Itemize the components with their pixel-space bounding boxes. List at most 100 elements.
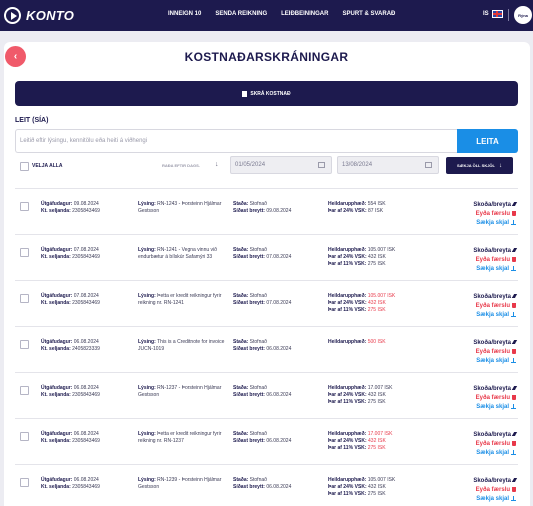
row-amounts: Heildarupphæð: 17.007 ISK Þar af 24% VSK:… — [328, 385, 428, 406]
download-document-link[interactable]: Sækja skjal — [448, 311, 516, 320]
row-status: Staða: Stofnað Síðast breytt: 06.08.2024 — [233, 431, 333, 445]
row-issuer-info: Útgáfudagur: 06.08.2024 Kt. seljanda: 230… — [41, 477, 136, 491]
seller-id-label: Kt. seljanda: — [41, 484, 71, 490]
view-edit-link[interactable]: Skoða/breyta — [448, 247, 518, 256]
delete-entry-link[interactable]: Eyða færslu — [448, 440, 516, 449]
delete-entry-link[interactable]: Eyða færslu — [448, 256, 516, 265]
vat24-label: Þar af 24% VSK: — [328, 438, 367, 444]
delete-entry-label: Eyða færslu — [475, 441, 510, 447]
row-checkbox[interactable] — [20, 432, 29, 441]
avatar[interactable]: Rýna — [514, 6, 532, 24]
seller-id-label: Kt. seljanda: — [41, 346, 71, 352]
row-checkbox[interactable] — [20, 248, 29, 257]
vat24-value: 87 ISK — [368, 208, 384, 214]
delete-entry-link[interactable]: Eyða færslu — [448, 210, 516, 219]
description-label: Lýsing: — [138, 385, 156, 391]
row-description: Lýsing: Þetta er kredit reikningur fyrir… — [138, 293, 231, 307]
total-value: 105.007 ISK — [367, 247, 396, 253]
nav-link-leidbeiningar[interactable]: LEIÐBEININGAR — [281, 11, 328, 17]
date-to-field[interactable]: 13/08/2024 — [337, 156, 439, 174]
brand-logo[interactable]: KONTO — [4, 7, 74, 24]
view-edit-link[interactable]: Skoða/breyta — [448, 339, 518, 348]
vat24-value: 432 ISK — [368, 254, 386, 260]
row-checkbox[interactable] — [20, 478, 29, 487]
sort-by-date-label[interactable]: RAÐA EFTIR DAGS. — [162, 163, 200, 168]
download-icon — [511, 265, 516, 271]
nav-link-inneign[interactable]: INNEIGN 10 — [168, 11, 201, 17]
trash-icon — [512, 440, 516, 446]
add-expense-button[interactable]: SKRÁ KOSTNAÐ — [15, 81, 518, 106]
total-value: 105.007 ISK — [367, 293, 396, 299]
download-document-link[interactable]: Sækja skjal — [448, 495, 516, 504]
nav-link-spurt-svarad[interactable]: SPURT & SVARAÐ — [342, 11, 395, 17]
issue-date-label: Útgáfudagur: — [41, 293, 73, 299]
last-changed-label: Síðast breytt: — [233, 208, 265, 214]
row-actions: Skoða/breyta Eyða færslu Sækja skjal — [448, 431, 518, 458]
delete-entry-link[interactable]: Eyða færslu — [448, 486, 516, 495]
sort-arrow-icon[interactable]: ↓ — [215, 161, 219, 168]
download-all-label: SÆKJA ÖLL SKJÖL — [456, 163, 495, 168]
last-changed-value: 06.08.2024 — [266, 438, 292, 444]
row-checkbox[interactable] — [20, 202, 29, 211]
search-input[interactable]: Leitið eftir lýsingu, kennitölu eða heit… — [15, 129, 457, 153]
view-edit-label: Skoða/breyta — [473, 478, 511, 484]
table-row: Útgáfudagur: 07.08.2024 Kt. seljanda: 230… — [15, 234, 518, 280]
delete-entry-link[interactable]: Eyða færslu — [448, 394, 516, 403]
download-document-link[interactable]: Sækja skjal — [448, 449, 516, 458]
row-description: Lýsing: This is a Creditnote for invoice… — [138, 339, 231, 353]
issue-date: 06.08.2024 — [73, 339, 99, 345]
vat11-value: 275 ISK — [367, 261, 386, 267]
download-all-button[interactable]: SÆKJA ÖLL SKJÖL ↓ — [446, 157, 513, 174]
view-edit-link[interactable]: Skoða/breyta — [448, 385, 518, 394]
description-label: Lýsing: — [138, 339, 156, 345]
issue-date-label: Útgáfudagur: — [41, 201, 73, 207]
issue-date-label: Útgáfudagur: — [41, 477, 73, 483]
row-description: Lýsing: RN-1237 - Þorsteinn Hjálmar Gest… — [138, 385, 231, 399]
language-code[interactable]: IS — [483, 11, 489, 17]
status-value: Stofnað — [249, 247, 267, 253]
delete-entry-link[interactable]: Eyða færslu — [448, 302, 516, 311]
trash-icon — [512, 486, 516, 492]
total-value: 17.007 ISK — [367, 431, 393, 437]
edit-pencil-icon — [511, 340, 518, 345]
vat24-value: 432 ISK — [368, 438, 386, 444]
calendar-icon[interactable] — [425, 162, 432, 168]
row-checkbox[interactable] — [20, 294, 29, 303]
iceland-flag-icon[interactable] — [492, 10, 503, 18]
date-from-field[interactable]: 01/05/2024 — [230, 156, 332, 174]
status-label: Staða: — [233, 431, 249, 437]
row-description: Lýsing: RN-1239 - Þorsteinn Hjálmar Gest… — [138, 477, 231, 491]
status-label: Staða: — [233, 201, 249, 207]
row-actions: Skoða/breyta Eyða færslu Sækja skjal — [448, 247, 518, 274]
total-label: Heildarupphæð: — [328, 431, 367, 437]
last-changed-value: 06.08.2024 — [266, 346, 292, 352]
row-checkbox[interactable] — [20, 340, 29, 349]
calendar-icon[interactable] — [318, 162, 325, 168]
view-edit-link[interactable]: Skoða/breyta — [448, 431, 518, 440]
download-document-link[interactable]: Sækja skjal — [448, 219, 516, 228]
delete-entry-link[interactable]: Eyða færslu — [448, 348, 516, 357]
download-document-label: Sækja skjal — [476, 450, 509, 456]
delete-entry-label: Eyða færslu — [475, 303, 510, 309]
row-checkbox[interactable] — [20, 386, 29, 395]
view-edit-link[interactable]: Skoða/breyta — [448, 201, 518, 210]
download-document-link[interactable]: Sækja skjal — [448, 357, 516, 366]
trash-icon — [512, 394, 516, 400]
seller-id: 2305843469 — [72, 392, 100, 398]
issue-date: 06.08.2024 — [73, 385, 99, 391]
vat11-label: Þar af 11% VSK: — [328, 261, 367, 267]
view-edit-link[interactable]: Skoða/breyta — [448, 477, 518, 486]
last-changed-label: Síðast breytt: — [233, 254, 265, 260]
select-all-checkbox[interactable] — [20, 162, 29, 171]
nav-link-senda-reikning[interactable]: SENDA REIKNING — [215, 11, 267, 17]
search-button[interactable]: LEITA — [457, 129, 518, 153]
view-edit-label: Skoða/breyta — [473, 248, 511, 254]
download-document-link[interactable]: Sækja skjal — [448, 403, 516, 412]
delete-entry-label: Eyða færslu — [475, 211, 510, 217]
status-label: Staða: — [233, 477, 249, 483]
download-document-link[interactable]: Sækja skjal — [448, 265, 516, 274]
row-amounts: Heildarupphæð: 105.007 ISK Þar af 24% VSK… — [328, 247, 428, 268]
view-edit-link[interactable]: Skoða/breyta — [448, 293, 518, 302]
seller-id: 2305843469 — [72, 438, 100, 444]
total-label: Heildarupphæð: — [328, 247, 367, 253]
